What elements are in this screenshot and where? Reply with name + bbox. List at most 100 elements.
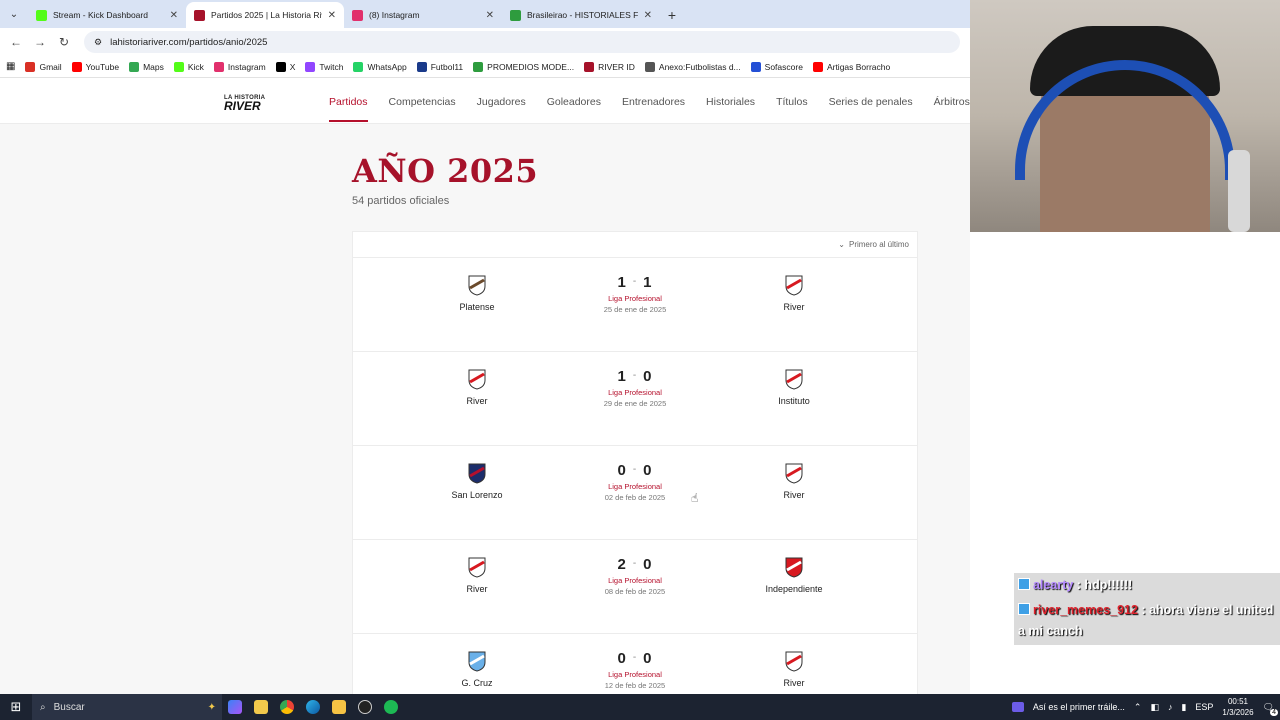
home-team-name: River bbox=[466, 584, 488, 594]
reload-icon[interactable]: ↻ bbox=[54, 32, 74, 52]
bookmark-label: Instagram bbox=[227, 61, 266, 72]
new-tab-button[interactable]: + bbox=[660, 2, 684, 28]
match-row[interactable]: G. Cruz 0-0 Liga Profesional 12 de feb de 2… bbox=[353, 634, 917, 694]
away-crest-icon bbox=[784, 650, 804, 672]
mic-icon[interactable]: ▮ bbox=[1181, 702, 1186, 713]
away-team[interactable]: River bbox=[734, 274, 854, 312]
away-team[interactable]: River bbox=[734, 462, 854, 500]
file-explorer-icon[interactable] bbox=[326, 694, 352, 720]
chevron-up-icon[interactable]: ⌃ bbox=[1134, 702, 1142, 713]
away-goals: 0 bbox=[643, 368, 653, 385]
home-crest-icon bbox=[467, 274, 487, 296]
bookmark-item[interactable]: Artigas Borracho bbox=[812, 61, 890, 72]
url-field[interactable]: ⚙ lahistoriariver.com/partidos/anio/2025 bbox=[84, 31, 960, 53]
browser-window: ⌄ Stream - Kick Dashboard ✕ Partidos 2025 … bbox=[0, 0, 970, 694]
tab-2[interactable]: (8) Instagram ✕ bbox=[344, 2, 502, 28]
store-icon[interactable] bbox=[248, 694, 274, 720]
match-row[interactable]: River 1-0 Liga Profesional 29 de ene de 202… bbox=[353, 352, 917, 446]
competition-link[interactable]: Liga Profesional bbox=[575, 482, 695, 491]
home-team[interactable]: River bbox=[417, 368, 537, 406]
match-row[interactable]: River 2-0 Liga Profesional 08 de feb de 202… bbox=[353, 540, 917, 634]
home-team[interactable]: San Lorenzo bbox=[417, 462, 537, 500]
obs-icon[interactable] bbox=[352, 694, 378, 720]
bookmark-item[interactable]: WhatsApp bbox=[353, 61, 407, 72]
chrome-icon[interactable] bbox=[274, 694, 300, 720]
edge-icon[interactable] bbox=[300, 694, 326, 720]
bookmark-item[interactable]: YouTube bbox=[71, 61, 119, 72]
media-widget-icon[interactable] bbox=[1011, 702, 1024, 712]
bookmark-item[interactable]: Gmail bbox=[25, 61, 62, 72]
bookmark-item[interactable]: Maps bbox=[129, 61, 164, 72]
sparkle-icon: ✦ bbox=[207, 701, 216, 713]
away-team[interactable]: Instituto bbox=[734, 368, 854, 406]
network-icon[interactable]: ◧ bbox=[1150, 702, 1159, 713]
bookmark-item[interactable]: Instagram bbox=[213, 61, 266, 72]
chat-message: alearty : hdp!!!!!! bbox=[1014, 573, 1280, 598]
copilot-icon[interactable] bbox=[222, 694, 248, 720]
nav-link-títulos[interactable]: Títulos bbox=[776, 96, 808, 108]
away-crest-icon bbox=[784, 462, 804, 484]
language-indicator[interactable]: ESP bbox=[1195, 702, 1213, 712]
url-text: lahistoriariver.com/partidos/anio/2025 bbox=[110, 36, 268, 48]
home-team[interactable]: Platense bbox=[417, 274, 537, 312]
home-team[interactable]: G. Cruz bbox=[417, 650, 537, 688]
bookmark-item[interactable]: Kick bbox=[173, 61, 204, 72]
bookmark-favicon-icon bbox=[71, 61, 82, 72]
media-title[interactable]: Así es el primer tráile... bbox=[1033, 702, 1125, 712]
matches-card: ⌄ Primero al último Platense 1-1 Liga Prof… bbox=[352, 231, 918, 694]
sort-toggle[interactable]: ⌄ Primero al último bbox=[353, 232, 917, 258]
spotify-icon[interactable] bbox=[378, 694, 404, 720]
competition-link[interactable]: Liga Profesional bbox=[575, 576, 695, 585]
bookmark-item[interactable]: X bbox=[275, 61, 295, 72]
bookmark-label: PROMEDIOS MODE... bbox=[487, 61, 575, 72]
competition-link[interactable]: Liga Profesional bbox=[575, 294, 695, 303]
close-tab-icon[interactable]: ✕ bbox=[328, 10, 336, 21]
site-info-icon[interactable]: ⚙ bbox=[94, 37, 102, 48]
nav-link-historiales[interactable]: Historiales bbox=[706, 96, 755, 108]
match-row[interactable]: San Lorenzo 0-0 Liga Profesional 02 de feb … bbox=[353, 446, 917, 540]
bookmark-item[interactable]: PROMEDIOS MODE... bbox=[473, 61, 575, 72]
volume-icon[interactable]: ♪ bbox=[1168, 702, 1173, 712]
bookmark-item[interactable]: RIVER ID bbox=[584, 61, 635, 72]
bookmark-item[interactable]: Sofascore bbox=[750, 61, 803, 72]
away-team-name: Independiente bbox=[765, 584, 823, 594]
tab-1[interactable]: Partidos 2025 | La Historia River ✕ bbox=[186, 2, 344, 28]
forward-icon[interactable]: → bbox=[30, 32, 50, 52]
chat-username: river_memes_912 bbox=[1033, 603, 1138, 617]
nav-link-series-de-penales[interactable]: Series de penales bbox=[829, 96, 913, 108]
close-tab-icon[interactable]: ✕ bbox=[170, 10, 178, 21]
nav-link-jugadores[interactable]: Jugadores bbox=[477, 96, 526, 108]
competition-link[interactable]: Liga Profesional bbox=[575, 670, 695, 679]
windows-start-icon[interactable]: ⊞ bbox=[0, 694, 32, 720]
close-tab-icon[interactable]: ✕ bbox=[644, 10, 652, 21]
competition-link[interactable]: Liga Profesional bbox=[575, 388, 695, 397]
bookmark-item[interactable]: Twitch bbox=[305, 61, 344, 72]
match-date: 02 de feb de 2025 bbox=[604, 493, 666, 502]
tab-search-icon[interactable]: ⌄ bbox=[0, 0, 28, 28]
nav-link-goleadores[interactable]: Goleadores bbox=[547, 96, 601, 108]
bookmark-item[interactable]: Futbol11 bbox=[416, 61, 463, 72]
taskbar-search[interactable]: ⌕ Buscar ✦ bbox=[32, 694, 222, 720]
nav-link-partidos[interactable]: Partidos bbox=[329, 96, 368, 122]
away-crest-icon bbox=[784, 556, 804, 578]
away-team[interactable]: River bbox=[734, 650, 854, 688]
clock[interactable]: 00:51 1/3/2026 bbox=[1222, 696, 1253, 718]
bookmark-favicon-icon bbox=[353, 61, 364, 72]
site-logo[interactable]: LA HISTORIA RIVER bbox=[224, 94, 265, 112]
apps-grid-icon[interactable]: ▦ bbox=[6, 61, 15, 72]
back-icon[interactable]: ← bbox=[6, 32, 26, 52]
tab-3[interactable]: Brasileirao - HISTORIALES FUTB... ✕ bbox=[502, 2, 660, 28]
chat-text: : hdp!!!!!! bbox=[1076, 578, 1133, 592]
tab-0[interactable]: Stream - Kick Dashboard ✕ bbox=[28, 2, 186, 28]
bookmark-item[interactable]: Anexo:Futbolistas d... bbox=[644, 61, 741, 72]
match-row[interactable]: Platense 1-1 Liga Profesional 25 de ene de … bbox=[353, 258, 917, 352]
close-tab-icon[interactable]: ✕ bbox=[486, 10, 494, 21]
bookmark-label: Twitch bbox=[319, 61, 344, 72]
nav-link-competencias[interactable]: Competencias bbox=[389, 96, 456, 108]
notifications-icon[interactable]: 🗨 4 bbox=[1263, 702, 1278, 716]
home-team[interactable]: River bbox=[417, 556, 537, 594]
nav-link-árbitros[interactable]: Árbitros bbox=[934, 96, 970, 108]
nav-link-entrenadores[interactable]: Entrenadores bbox=[622, 96, 685, 108]
away-team[interactable]: Independiente bbox=[734, 556, 854, 594]
main-content: AÑO 2025 54 partidos oficiales ⌄ Primero… bbox=[0, 124, 970, 694]
